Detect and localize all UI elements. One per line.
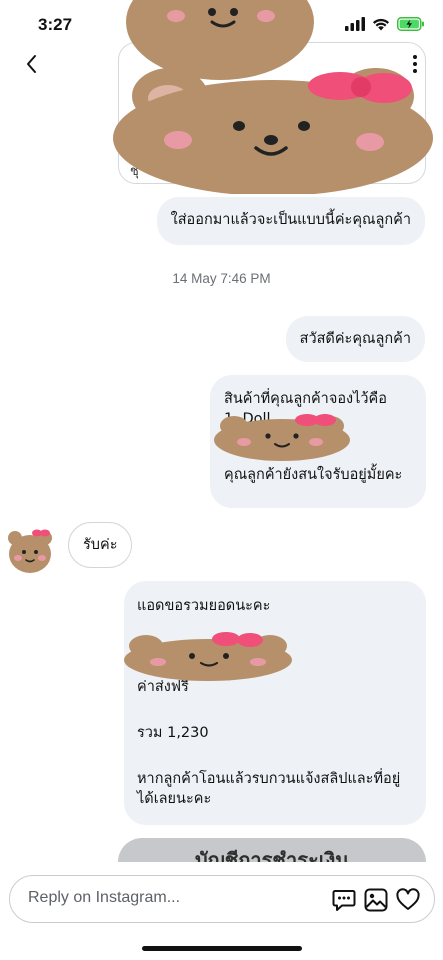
message-line: รวม 1,230 <box>137 725 209 741</box>
outgoing-message: สวัสดีค่ะคุณลูกค้า <box>285 316 425 362</box>
message-icon[interactable] <box>331 887 357 913</box>
outgoing-message: ใส่ออกมาแล้วจะเป็นแบบนี้ค่ะคุณลูกค้า <box>156 197 425 245</box>
message-line: หากลูกค้าโอนแล้วรบกวนแจ้งสลิปและที่อยู่ <box>137 771 401 787</box>
status-icons <box>345 17 425 31</box>
wifi-icon <box>373 18 389 31</box>
message-text: ใส่ออกมาแล้วจะเป็นแบบนี้ค่ะคุณลูกค้า <box>170 212 411 228</box>
message-line: สินค้าที่คุณลูกค้าจองไว้คือ <box>224 391 387 407</box>
message-text: รับค่ะ <box>83 537 118 553</box>
heart-icon[interactable] <box>395 887 421 913</box>
battery-icon <box>397 17 424 31</box>
outgoing-message: แอดขอรวมยอดนะคะ 40 ค่าส่งฟรี รวม 1,230 ห… <box>124 581 426 825</box>
home-indicator <box>142 946 302 951</box>
reply-input[interactable] <box>28 889 308 907</box>
message-text: สวัสดีค่ะคุณลูกค้า <box>299 331 411 347</box>
image-icon[interactable] <box>363 887 389 913</box>
message-line: ได้เลยนะคะ <box>137 791 212 807</box>
bear-sticker-small <box>214 414 350 461</box>
bear-sticker-large <box>113 68 433 194</box>
incoming-message: รับค่ะ <box>68 522 133 568</box>
message-line: คุณลูกค้ายังสนใจรับอยู่มั้ยคะ <box>224 467 403 483</box>
message-composer <box>0 862 443 960</box>
contact-avatar[interactable] <box>6 528 54 574</box>
back-icon[interactable] <box>20 52 44 76</box>
signal-icon <box>345 17 365 31</box>
bear-sticker-small <box>124 632 292 681</box>
status-time: 3:27 <box>38 15 73 34</box>
message-timestamp: 14 May 7:46 PM <box>172 271 271 286</box>
reply-field <box>9 875 435 923</box>
message-line: แอดขอรวมยอดนะคะ <box>137 598 271 614</box>
